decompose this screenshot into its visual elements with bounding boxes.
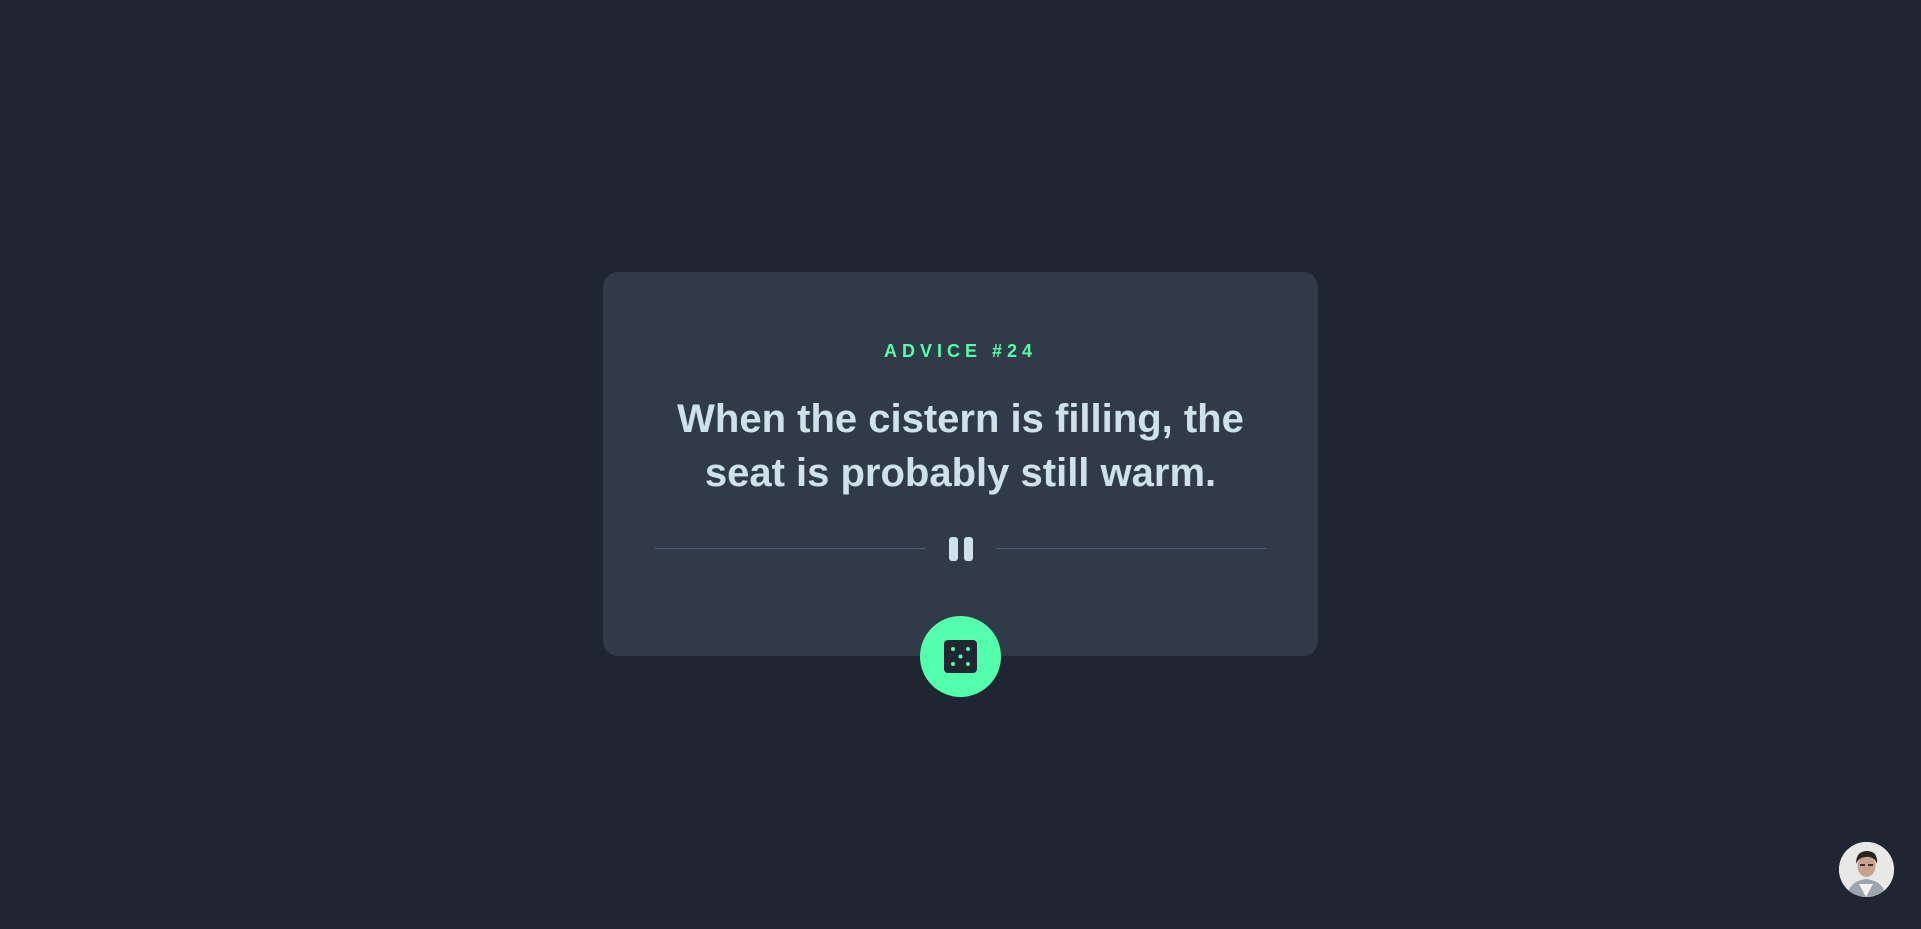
dice-icon xyxy=(944,640,977,673)
pause-icon xyxy=(946,537,976,561)
generate-advice-button[interactable] xyxy=(920,616,1001,697)
advice-card: Advice #24 When the cistern is filling, … xyxy=(603,272,1318,656)
divider-line-left xyxy=(655,548,925,549)
advice-quote: When the cistern is filling, the seat is… xyxy=(677,397,1244,495)
divider-line-right xyxy=(996,548,1266,549)
advice-label: Advice #24 xyxy=(883,341,1038,361)
avatar-portrait xyxy=(1839,842,1894,897)
pause-bar-right xyxy=(963,537,973,561)
pattern-divider xyxy=(655,537,1266,561)
user-avatar[interactable] xyxy=(1839,842,1894,897)
pause-bar-left xyxy=(948,537,958,561)
